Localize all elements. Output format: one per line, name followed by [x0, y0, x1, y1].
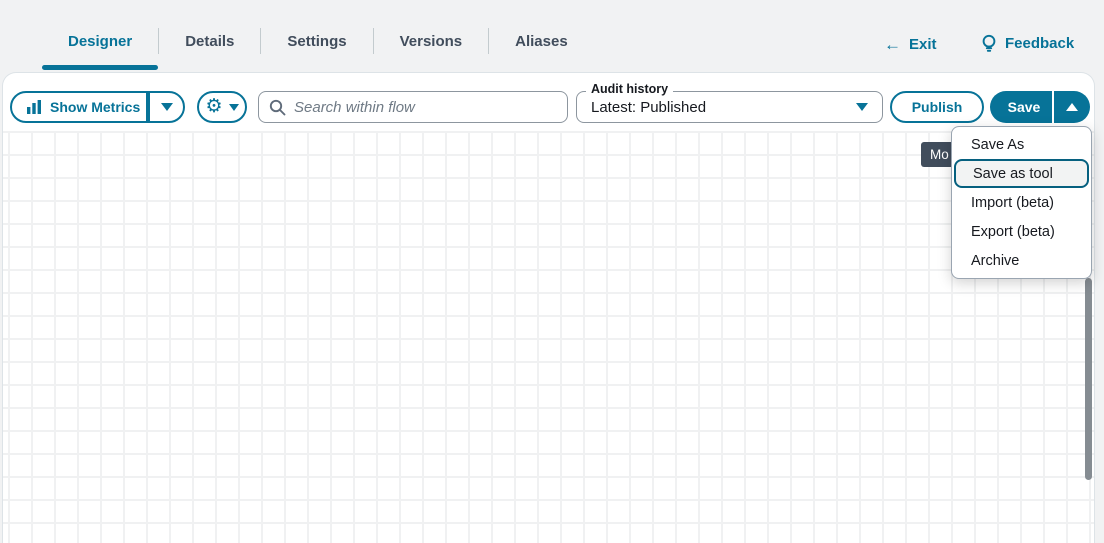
- exit-label: Exit: [909, 36, 937, 53]
- exit-button[interactable]: ← Exit: [884, 36, 937, 53]
- bar-chart-icon: [26, 99, 42, 115]
- tab-details-label: Details: [185, 33, 234, 50]
- gear-icon: ⚙: [205, 97, 222, 116]
- menu-item-save-as-tool[interactable]: Save as tool: [954, 159, 1089, 188]
- save-dropdown-menu: Save As Save as tool Import (beta) Expor…: [951, 126, 1092, 279]
- menu-item-archive[interactable]: Archive: [952, 246, 1091, 275]
- tab-settings[interactable]: Settings: [261, 0, 372, 72]
- menu-item-label: Save As: [971, 137, 1024, 153]
- search-within-flow-box: [258, 91, 568, 123]
- tab-versions-label: Versions: [400, 33, 463, 50]
- feedback-button[interactable]: Feedback: [981, 34, 1074, 53]
- menu-item-export-beta[interactable]: Export (beta): [952, 217, 1091, 246]
- menu-item-label: Export (beta): [971, 224, 1055, 240]
- search-input[interactable]: [294, 99, 557, 116]
- header: Designer Details Settings Versions Alias…: [0, 0, 1104, 72]
- show-metrics-dropdown-button[interactable]: [148, 91, 185, 123]
- menu-item-import-beta[interactable]: Import (beta): [952, 188, 1091, 217]
- flow-canvas-grid[interactable]: [3, 131, 1094, 543]
- menu-item-save-as[interactable]: Save As: [952, 130, 1091, 159]
- tab-aliases[interactable]: Aliases: [489, 0, 594, 72]
- search-icon: [269, 99, 286, 116]
- caret-down-icon: [856, 103, 868, 111]
- tab-designer-label: Designer: [68, 33, 132, 50]
- tab-details[interactable]: Details: [159, 0, 260, 72]
- tab-versions[interactable]: Versions: [374, 0, 489, 72]
- tab-settings-label: Settings: [287, 33, 346, 50]
- flow-designer-page: Designer Details Settings Versions Alias…: [0, 0, 1104, 543]
- feedback-label: Feedback: [1005, 35, 1074, 52]
- save-button[interactable]: Save: [990, 91, 1052, 123]
- show-metrics-button[interactable]: Show Metrics: [10, 91, 148, 123]
- tab-bar: Designer Details Settings Versions Alias…: [42, 0, 594, 72]
- menu-item-label: Save as tool: [973, 166, 1053, 182]
- caret-up-icon: [1066, 103, 1078, 111]
- publish-label: Publish: [912, 99, 963, 115]
- save-label: Save: [1008, 99, 1041, 115]
- tab-designer[interactable]: Designer: [42, 0, 158, 72]
- caret-down-icon: [229, 104, 239, 111]
- audit-history-label: Audit history: [586, 82, 673, 96]
- more-tooltip-text: Mo: [930, 147, 949, 162]
- publish-button[interactable]: Publish: [890, 91, 984, 123]
- lightbulb-icon: [981, 34, 997, 53]
- left-arrow-icon: ←: [884, 36, 901, 53]
- menu-item-label: Archive: [971, 253, 1019, 269]
- tab-aliases-label: Aliases: [515, 33, 568, 50]
- save-dropdown-button[interactable]: [1052, 91, 1090, 123]
- show-metrics-label: Show Metrics: [50, 99, 140, 115]
- audit-history-value: Latest: Published: [591, 99, 706, 116]
- caret-down-icon: [161, 103, 173, 111]
- flow-settings-dropdown-button[interactable]: ⚙: [197, 91, 247, 123]
- vertical-scrollbar-thumb[interactable]: [1085, 278, 1092, 480]
- menu-item-label: Import (beta): [971, 195, 1054, 211]
